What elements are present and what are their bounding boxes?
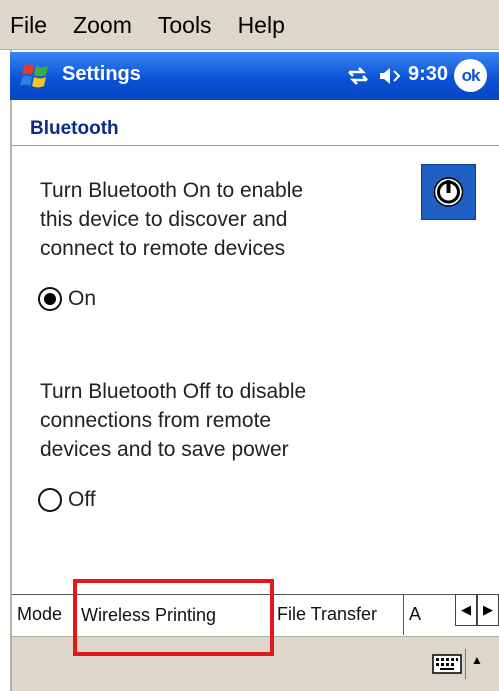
menu-zoom[interactable]: Zoom [73, 12, 132, 39]
menu-file[interactable]: File [10, 12, 47, 39]
volume-icon[interactable] [377, 64, 403, 88]
tab-wireless-printing[interactable]: Wireless Printing [76, 594, 272, 635]
menu-bar: File Zoom Tools Help [0, 0, 499, 50]
caret-up-icon[interactable]: ▲ [471, 653, 483, 667]
title-bar: Settings 9:30 ok [10, 52, 499, 100]
arrow-left-icon[interactable]: ◀ [455, 594, 477, 626]
tab-strip: Mode Wireless Printing File Transfer A ◀… [12, 594, 499, 636]
radio-off-label[interactable]: Off [68, 488, 96, 512]
clock-time[interactable]: 9:30 [408, 63, 448, 86]
title-text: Settings [62, 63, 141, 85]
radio-on-label[interactable]: On [68, 287, 96, 311]
radio-selected-dot [44, 293, 56, 305]
power-icon [433, 177, 464, 207]
keyboard-icon[interactable] [432, 654, 462, 674]
bluetooth-on-description: Turn Bluetooth On to enable this device … [40, 179, 304, 260]
arrow-right-icon[interactable]: ▶ [477, 594, 499, 626]
windows-start-icon[interactable] [18, 58, 54, 94]
tab-file-transfer[interactable]: File Transfer [272, 594, 404, 635]
menu-tools[interactable]: Tools [158, 12, 212, 39]
radio-off-row[interactable]: Off [38, 488, 96, 512]
page-header: Bluetooth [12, 100, 499, 146]
input-separator [465, 649, 466, 679]
radio-off[interactable] [38, 488, 62, 512]
sync-status-icon[interactable] [345, 64, 371, 88]
power-button[interactable] [421, 164, 476, 220]
page-title: Bluetooth [30, 118, 119, 139]
radio-on[interactable] [38, 287, 62, 311]
radio-on-row[interactable]: On [38, 287, 96, 311]
ok-button[interactable]: ok [454, 59, 487, 92]
tab-a-truncated[interactable]: A [404, 594, 448, 635]
menu-help[interactable]: Help [238, 12, 285, 39]
bluetooth-off-description: Turn Bluetooth Off to disable connection… [40, 380, 307, 461]
tab-mode[interactable]: Mode [12, 594, 76, 635]
tab-scroll-arrows: ◀ ▶ [455, 594, 499, 626]
bottom-bar: ▲ [12, 636, 499, 691]
